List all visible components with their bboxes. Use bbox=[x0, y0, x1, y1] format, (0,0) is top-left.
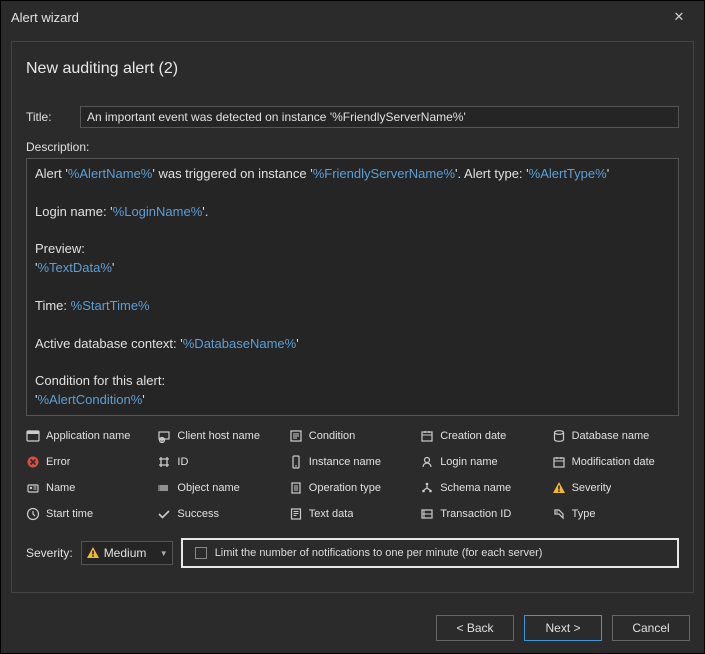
placeholder-label: Schema name bbox=[440, 482, 511, 494]
placeholder-label: Creation date bbox=[440, 430, 506, 442]
check-icon bbox=[157, 507, 171, 521]
placeholder-modification-date[interactable]: Modification date bbox=[552, 452, 679, 472]
step-title: New auditing alert (2) bbox=[26, 60, 679, 78]
close-button[interactable]: ✕ bbox=[664, 5, 694, 29]
placeholder-operation-type[interactable]: Operation type bbox=[289, 478, 416, 498]
placeholder-success[interactable]: Success bbox=[157, 504, 284, 524]
back-button[interactable]: < Back bbox=[436, 615, 514, 641]
close-icon: ✕ bbox=[674, 9, 685, 25]
db-icon bbox=[552, 429, 566, 443]
placeholder-label: Condition bbox=[309, 430, 355, 442]
instance-icon bbox=[289, 455, 303, 469]
severity-label: Severity: bbox=[26, 546, 73, 560]
title-input[interactable] bbox=[80, 106, 679, 128]
placeholder-start-time[interactable]: Start time bbox=[26, 504, 153, 524]
warning-icon bbox=[86, 546, 100, 560]
object-icon bbox=[157, 481, 171, 495]
title-row: Title: bbox=[26, 106, 679, 128]
date-icon bbox=[552, 455, 566, 469]
error-icon bbox=[26, 455, 40, 469]
description-label: Description: bbox=[26, 140, 80, 154]
date-icon bbox=[420, 429, 434, 443]
placeholder-text-data[interactable]: Text data bbox=[289, 504, 416, 524]
placeholder-creation-date[interactable]: Creation date bbox=[420, 426, 547, 446]
placeholder-label: Client host name bbox=[177, 430, 260, 442]
window-title: Alert wizard bbox=[11, 10, 664, 25]
placeholder-label: Modification date bbox=[572, 456, 655, 468]
name-icon bbox=[26, 481, 40, 495]
titlebar: Alert wizard ✕ bbox=[1, 1, 704, 33]
condition-icon bbox=[289, 429, 303, 443]
placeholder-client-host-name[interactable]: Client host name bbox=[157, 426, 284, 446]
limit-checkbox[interactable] bbox=[195, 547, 207, 559]
type-icon bbox=[552, 507, 566, 521]
placeholder-label: Severity bbox=[572, 482, 612, 494]
placeholder-condition[interactable]: Condition bbox=[289, 426, 416, 446]
title-label: Title: bbox=[26, 110, 80, 124]
severity-icon bbox=[552, 481, 566, 495]
placeholder-error[interactable]: Error bbox=[26, 452, 153, 472]
severity-row: Severity: Medium ▼ Limit the number of n… bbox=[26, 538, 679, 568]
text-icon bbox=[289, 507, 303, 521]
chevron-down-icon: ▼ bbox=[160, 549, 168, 558]
next-button[interactable]: Next > bbox=[524, 615, 602, 641]
alert-wizard-window: Alert wizard ✕ New auditing alert (2) Ti… bbox=[0, 0, 705, 654]
wizard-buttons: < Back Next > Cancel bbox=[1, 603, 704, 653]
placeholder-type[interactable]: Type bbox=[552, 504, 679, 524]
optype-icon bbox=[289, 481, 303, 495]
placeholder-schema-name[interactable]: Schema name bbox=[420, 478, 547, 498]
clock-icon bbox=[26, 507, 40, 521]
placeholder-id[interactable]: ID bbox=[157, 452, 284, 472]
placeholder-label: Type bbox=[572, 508, 596, 520]
placeholders-grid: Application name Client host name Conditio… bbox=[26, 426, 679, 524]
placeholder-severity[interactable]: Severity bbox=[552, 478, 679, 498]
placeholder-label: Application name bbox=[46, 430, 130, 442]
description-input[interactable]: Alert '%AlertName%' was triggered on ins… bbox=[26, 158, 679, 416]
placeholder-login-name[interactable]: Login name bbox=[420, 452, 547, 472]
txn-icon bbox=[420, 507, 434, 521]
placeholder-label: Success bbox=[177, 508, 219, 520]
placeholder-application-name[interactable]: Application name bbox=[26, 426, 153, 446]
login-icon bbox=[420, 455, 434, 469]
app-icon bbox=[26, 429, 40, 443]
limit-label: Limit the number of notifications to one… bbox=[215, 547, 543, 559]
placeholder-instance-name[interactable]: Instance name bbox=[289, 452, 416, 472]
placeholder-object-name[interactable]: Object name bbox=[157, 478, 284, 498]
placeholder-label: Login name bbox=[440, 456, 498, 468]
id-icon bbox=[157, 455, 171, 469]
placeholder-label: Instance name bbox=[309, 456, 381, 468]
placeholder-label: Object name bbox=[177, 482, 239, 494]
severity-combo[interactable]: Medium ▼ bbox=[81, 541, 173, 565]
placeholder-label: Transaction ID bbox=[440, 508, 511, 520]
placeholder-label: Text data bbox=[309, 508, 354, 520]
wizard-body: New auditing alert (2) Title: Descriptio… bbox=[11, 41, 694, 593]
host-icon bbox=[157, 429, 171, 443]
limit-notifications-box: Limit the number of notifications to one… bbox=[181, 538, 679, 568]
placeholder-transaction-id[interactable]: Transaction ID bbox=[420, 504, 547, 524]
severity-selected: Medium bbox=[104, 546, 147, 560]
placeholder-label: Operation type bbox=[309, 482, 381, 494]
cancel-button[interactable]: Cancel bbox=[612, 615, 690, 641]
placeholder-name[interactable]: Name bbox=[26, 478, 153, 498]
schema-icon bbox=[420, 481, 434, 495]
placeholder-label: Start time bbox=[46, 508, 93, 520]
placeholder-database-name[interactable]: Database name bbox=[552, 426, 679, 446]
placeholder-label: Name bbox=[46, 482, 75, 494]
description-section: Description: Alert '%AlertName%' was tri… bbox=[26, 140, 679, 416]
placeholder-label: Error bbox=[46, 456, 70, 468]
placeholder-label: ID bbox=[177, 456, 188, 468]
placeholder-label: Database name bbox=[572, 430, 650, 442]
